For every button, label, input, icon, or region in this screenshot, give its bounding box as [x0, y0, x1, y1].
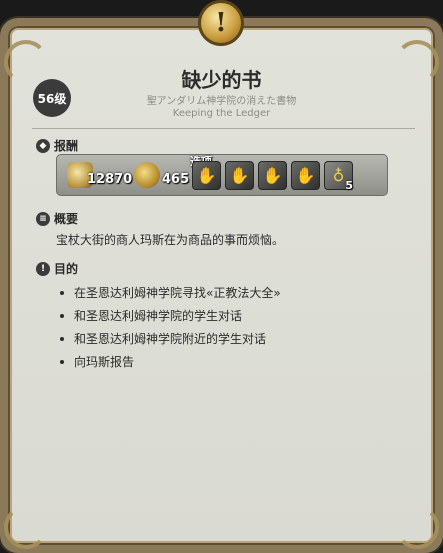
reward-item-slot-4[interactable]: ✋ [291, 161, 320, 190]
reward-item-slot-1[interactable]: ✋ [192, 161, 221, 190]
objective-text: 在圣恩达利姆神学院寻找«正教法大全» [74, 286, 281, 300]
frame-ornament-bottom-left [4, 505, 48, 549]
gauntlet-icon: ✋ [295, 166, 316, 185]
bullet-icon [60, 313, 64, 318]
reward-item-slot-3[interactable]: ✋ [258, 161, 287, 190]
summary-text: 宝杖大街的商人玛斯在为商品的事而烦恼。 [56, 233, 285, 247]
potion-icon: ♁ [332, 166, 345, 185]
gil-coin-icon [134, 162, 160, 188]
rewards-heading-label: 报酬 [54, 139, 79, 153]
list-item: 在圣恩达利姆神学院寻找«正教法大全» [56, 281, 281, 304]
objectives-list: 在圣恩达利姆神学院寻找«正教法大全» 和圣恩达利姆神学院的学生对话 和圣恩达利姆… [56, 281, 281, 373]
frame-ornament-bottom-right [395, 505, 439, 549]
objective-text: 和圣恩达利姆神学院附近的学生对话 [74, 332, 267, 346]
objectives-heading-label: 目的 [54, 262, 79, 276]
list-item: 和圣恩达利姆神学院附近的学生对话 [56, 327, 281, 350]
reward-item-slot-2[interactable]: ✋ [225, 161, 254, 190]
gauntlet-icon: ✋ [262, 166, 283, 185]
objectives-heading: ! 目的 [36, 260, 78, 277]
quest-subtitle-english: Keeping the Ledger [172, 108, 271, 119]
experience-amount: 12870 [87, 172, 133, 187]
potion-count: 5 [345, 179, 353, 192]
summary-heading-label: 概要 [54, 212, 79, 226]
gauntlet-icon: ✋ [229, 166, 250, 185]
book-icon: ≡ [36, 211, 50, 226]
exclamation-icon: ! [36, 261, 50, 276]
rewards-heading: ◆ 报酬 [36, 137, 78, 154]
rewards-bar: 12870 465 选项 ✋ ✋ ✋ ✋ ♁ 5 [56, 154, 388, 196]
quest-badge-symbol: ! [215, 8, 227, 38]
bullet-icon [60, 336, 64, 341]
header-divider [32, 128, 415, 129]
summary-heading: ≡ 概要 [36, 210, 78, 227]
objective-text: 和圣恩达利姆神学院的学生对话 [74, 309, 243, 323]
quest-title: 缺少的书 [181, 68, 262, 92]
reward-item-slot-potion[interactable]: ♁ 5 [324, 161, 353, 192]
objective-text: 向玛斯报告 [74, 355, 135, 369]
exclamation-icon: ! [198, 0, 244, 46]
gil-amount: 465 [162, 172, 190, 187]
bullet-icon [60, 290, 64, 295]
list-item: 向玛斯报告 [56, 350, 281, 373]
reward-icon: ◆ [36, 138, 50, 153]
list-item: 和圣恩达利姆神学院的学生对话 [56, 304, 281, 327]
bullet-icon [60, 359, 64, 364]
gauntlet-icon: ✋ [196, 166, 217, 185]
quest-subtitle-japanese: 聖アンダリム神学院の消えた書物 [146, 96, 297, 107]
